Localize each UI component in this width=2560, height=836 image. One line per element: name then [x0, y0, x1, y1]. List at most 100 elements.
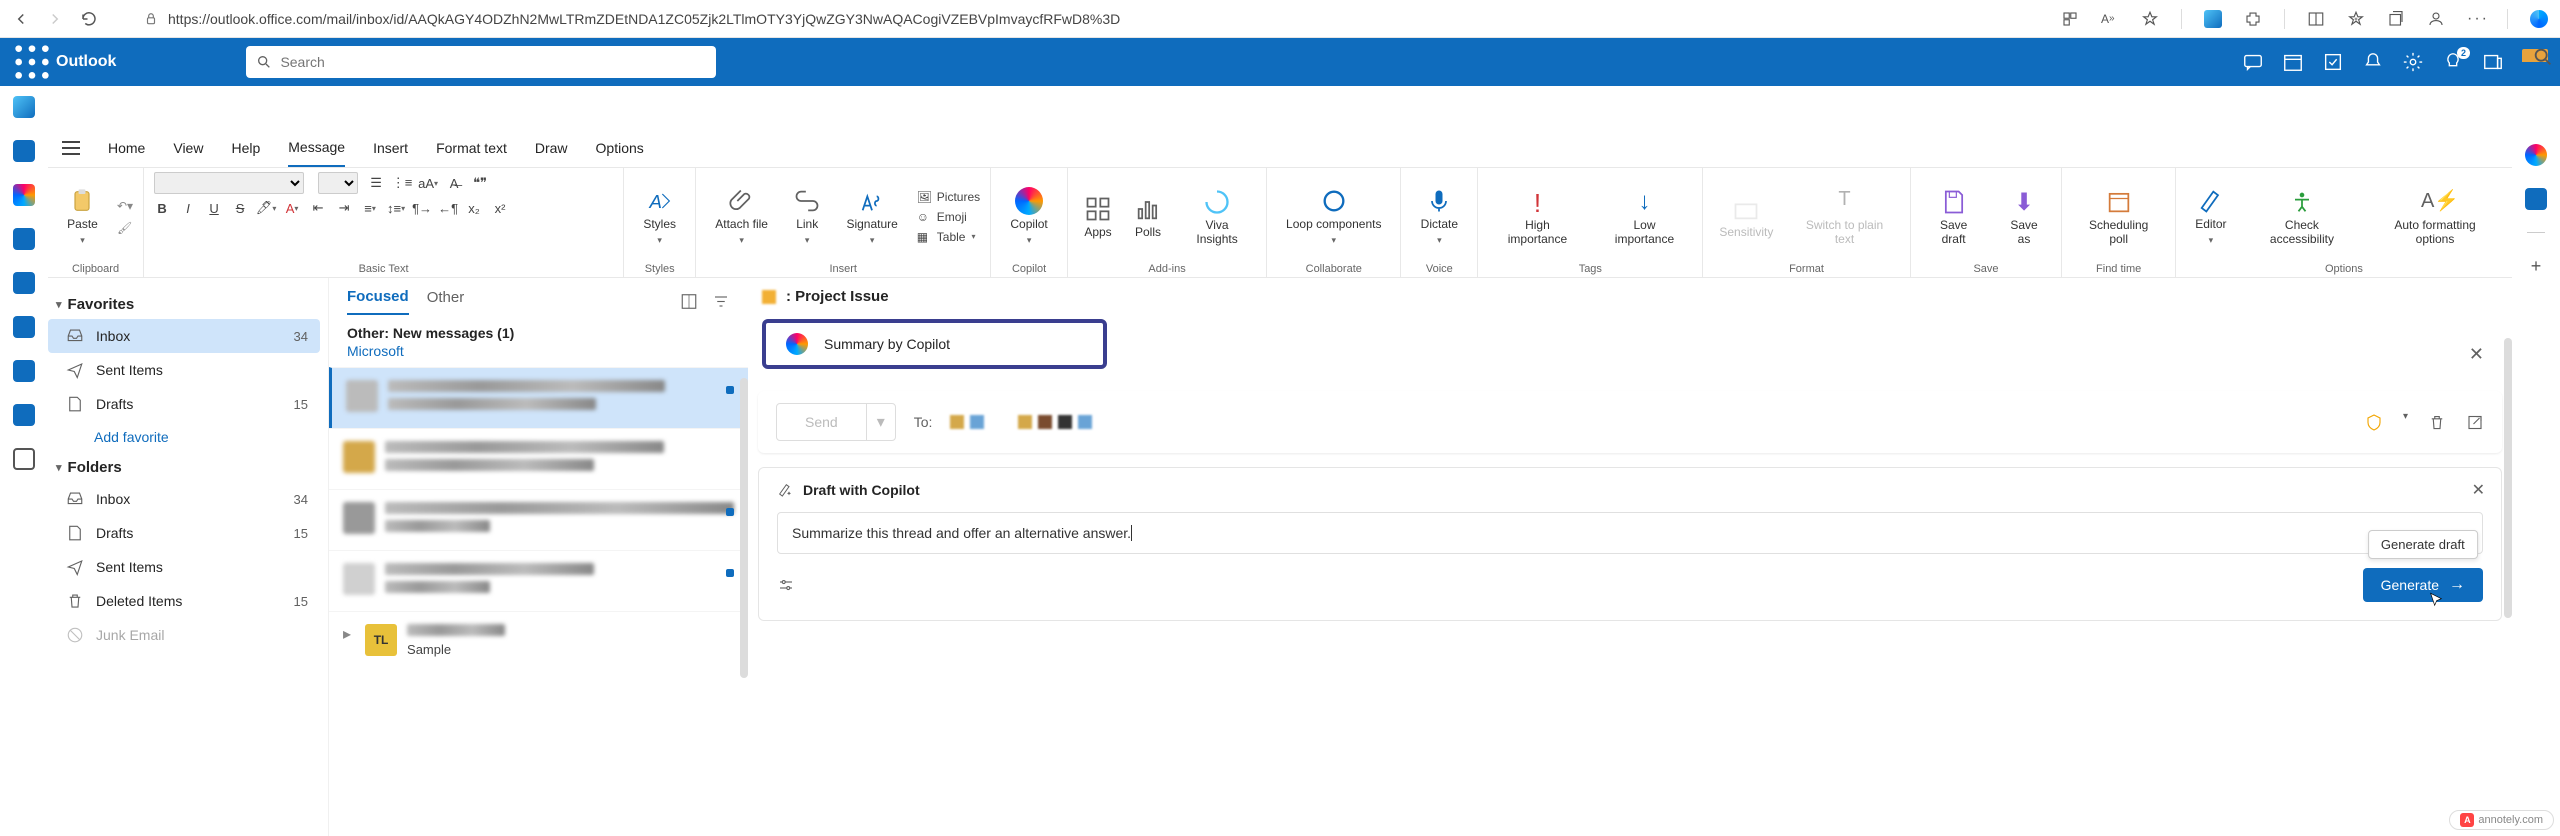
- encrypt-icon[interactable]: [2365, 411, 2383, 434]
- search-input[interactable]: [280, 54, 706, 70]
- app-launcher-icon[interactable]: [12, 42, 52, 82]
- scheduling-poll-button[interactable]: Scheduling poll: [2072, 188, 2165, 246]
- subscript-icon[interactable]: x₂: [466, 200, 482, 216]
- folder-sent[interactable]: Sent Items: [48, 550, 320, 584]
- favorite-star-icon[interactable]: [2141, 10, 2159, 28]
- line-spacing-icon[interactable]: ↕≡▾: [388, 200, 404, 216]
- rail-todo-icon[interactable]: [13, 316, 35, 338]
- tab-message[interactable]: Message: [288, 129, 345, 167]
- send-button[interactable]: Send ▾: [776, 403, 896, 441]
- strike-icon[interactable]: S: [232, 200, 248, 216]
- draft-prompt-input[interactable]: Summarize this thread and offer an alter…: [777, 512, 2483, 554]
- apps-button[interactable]: Apps: [1078, 195, 1118, 239]
- tab-help[interactable]: Help: [231, 130, 260, 166]
- power-automate-icon[interactable]: [2204, 10, 2222, 28]
- extensions-icon[interactable]: [2061, 10, 2079, 28]
- high-importance-button[interactable]: !High importance: [1488, 188, 1586, 246]
- profile-icon[interactable]: [2427, 10, 2445, 28]
- styles-button[interactable]: A Styles: [634, 187, 685, 247]
- add-favorite-link[interactable]: Add favorite: [48, 421, 320, 453]
- format-painter-icon[interactable]: 🖌: [117, 221, 133, 235]
- italic-icon[interactable]: I: [180, 200, 196, 216]
- dictate-button[interactable]: Dictate: [1411, 187, 1467, 247]
- signature-button[interactable]: Signature: [837, 187, 906, 247]
- adjust-icon[interactable]: [777, 576, 795, 594]
- rail-org-icon[interactable]: [13, 360, 35, 382]
- case-icon[interactable]: aA▾: [420, 175, 436, 191]
- folder-sent-fav[interactable]: Sent Items: [48, 353, 320, 387]
- close-reading-icon[interactable]: ✕: [2469, 344, 2484, 365]
- save-as-button[interactable]: ⬇Save as: [1997, 188, 2052, 246]
- discard-icon[interactable]: [2428, 411, 2446, 434]
- layout-icon[interactable]: [680, 290, 698, 313]
- message-item-4[interactable]: [329, 550, 748, 611]
- copilot-button[interactable]: Copilot: [1001, 187, 1057, 247]
- other-header[interactable]: Other: New messages (1): [329, 315, 748, 343]
- myday-icon[interactable]: [2322, 51, 2344, 73]
- folder-drafts-fav[interactable]: Drafts15: [48, 387, 320, 421]
- paste-button[interactable]: Paste: [58, 187, 107, 247]
- back-icon[interactable]: [12, 10, 30, 28]
- rail-people-icon[interactable]: [13, 228, 35, 250]
- folders-section[interactable]: ▾Folders: [48, 453, 320, 482]
- rtl-icon[interactable]: ←¶: [440, 200, 456, 216]
- folder-pane-toggle-icon[interactable]: [62, 141, 80, 155]
- bullets-icon[interactable]: ☰: [368, 175, 384, 191]
- summary-by-copilot-button[interactable]: Summary by Copilot: [762, 319, 1107, 369]
- refresh-icon[interactable]: [80, 10, 98, 28]
- favorites-section[interactable]: ▾Favorites: [48, 290, 320, 319]
- more-icon[interactable]: ···: [2467, 10, 2485, 28]
- message-item-2[interactable]: [329, 428, 748, 489]
- pictures-button[interactable]: 🖼Pictures: [917, 190, 980, 204]
- attach-file-button[interactable]: Attach file: [706, 187, 777, 247]
- teams-chat-icon[interactable]: [2242, 51, 2264, 73]
- rail-groups-icon[interactable]: [13, 272, 35, 294]
- other-sub[interactable]: Microsoft: [329, 343, 748, 367]
- rail-mail-icon[interactable]: [13, 96, 35, 118]
- ltr-icon[interactable]: ¶→: [414, 200, 430, 216]
- tab-insert[interactable]: Insert: [373, 130, 408, 166]
- tips-icon[interactable]: 2: [2442, 51, 2464, 73]
- list-scrollbar[interactable]: [740, 378, 748, 678]
- viva-button[interactable]: Viva Insights: [1178, 188, 1256, 246]
- table-button[interactable]: ▦Table ▾: [917, 230, 980, 244]
- font-color-icon[interactable]: A▾: [284, 200, 300, 216]
- filter-icon[interactable]: [712, 290, 730, 313]
- rail-onedrive-icon[interactable]: [13, 404, 35, 426]
- rail-copilot-icon[interactable]: [13, 184, 35, 206]
- numbering-icon[interactable]: ⋮≡: [394, 175, 410, 191]
- bold-icon[interactable]: B: [154, 200, 170, 216]
- tab-view[interactable]: View: [173, 130, 203, 166]
- sidebar-search-icon[interactable]: [2532, 46, 2554, 68]
- address-bar[interactable]: https://outlook.office.com/mail/inbox/id…: [144, 11, 1120, 27]
- puzzle-icon[interactable]: [2244, 10, 2262, 28]
- right-add-icon[interactable]: +: [2525, 255, 2547, 277]
- right-copilot-icon[interactable]: [2525, 144, 2547, 166]
- calendar-header-icon[interactable]: [2282, 51, 2304, 73]
- popout-icon[interactable]: [2466, 411, 2484, 434]
- autoformat-button[interactable]: A⚡Auto formatting options: [2368, 188, 2502, 246]
- folder-drafts[interactable]: Drafts15: [48, 516, 320, 550]
- outdent-icon[interactable]: ⇤: [310, 200, 326, 216]
- tab-draw[interactable]: Draw: [535, 130, 568, 166]
- highlight-icon[interactable]: 🖊▾: [258, 200, 274, 216]
- folder-inbox-fav[interactable]: Inbox34: [48, 319, 320, 353]
- font-size-select[interactable]: [318, 172, 358, 194]
- message-item-3[interactable]: [329, 489, 748, 550]
- search-box[interactable]: [246, 46, 716, 78]
- font-family-select[interactable]: [154, 172, 304, 194]
- send-caret-icon[interactable]: ▾: [866, 404, 895, 440]
- save-draft-button[interactable]: Save draft: [1921, 188, 1987, 246]
- tab-other[interactable]: Other: [427, 289, 465, 314]
- superscript-icon[interactable]: x²: [492, 200, 508, 216]
- collections-icon[interactable]: [2387, 10, 2405, 28]
- tab-options[interactable]: Options: [596, 130, 644, 166]
- folder-deleted[interactable]: Deleted Items15: [48, 584, 320, 618]
- tab-home[interactable]: Home: [108, 130, 145, 166]
- clear-format-icon[interactable]: A̶: [446, 175, 462, 191]
- rail-more-apps-icon[interactable]: [13, 448, 35, 470]
- split-icon[interactable]: [2307, 10, 2325, 28]
- message-item-1[interactable]: [329, 367, 748, 428]
- news-icon[interactable]: [2482, 51, 2504, 73]
- copilot-edge-icon[interactable]: [2530, 10, 2548, 28]
